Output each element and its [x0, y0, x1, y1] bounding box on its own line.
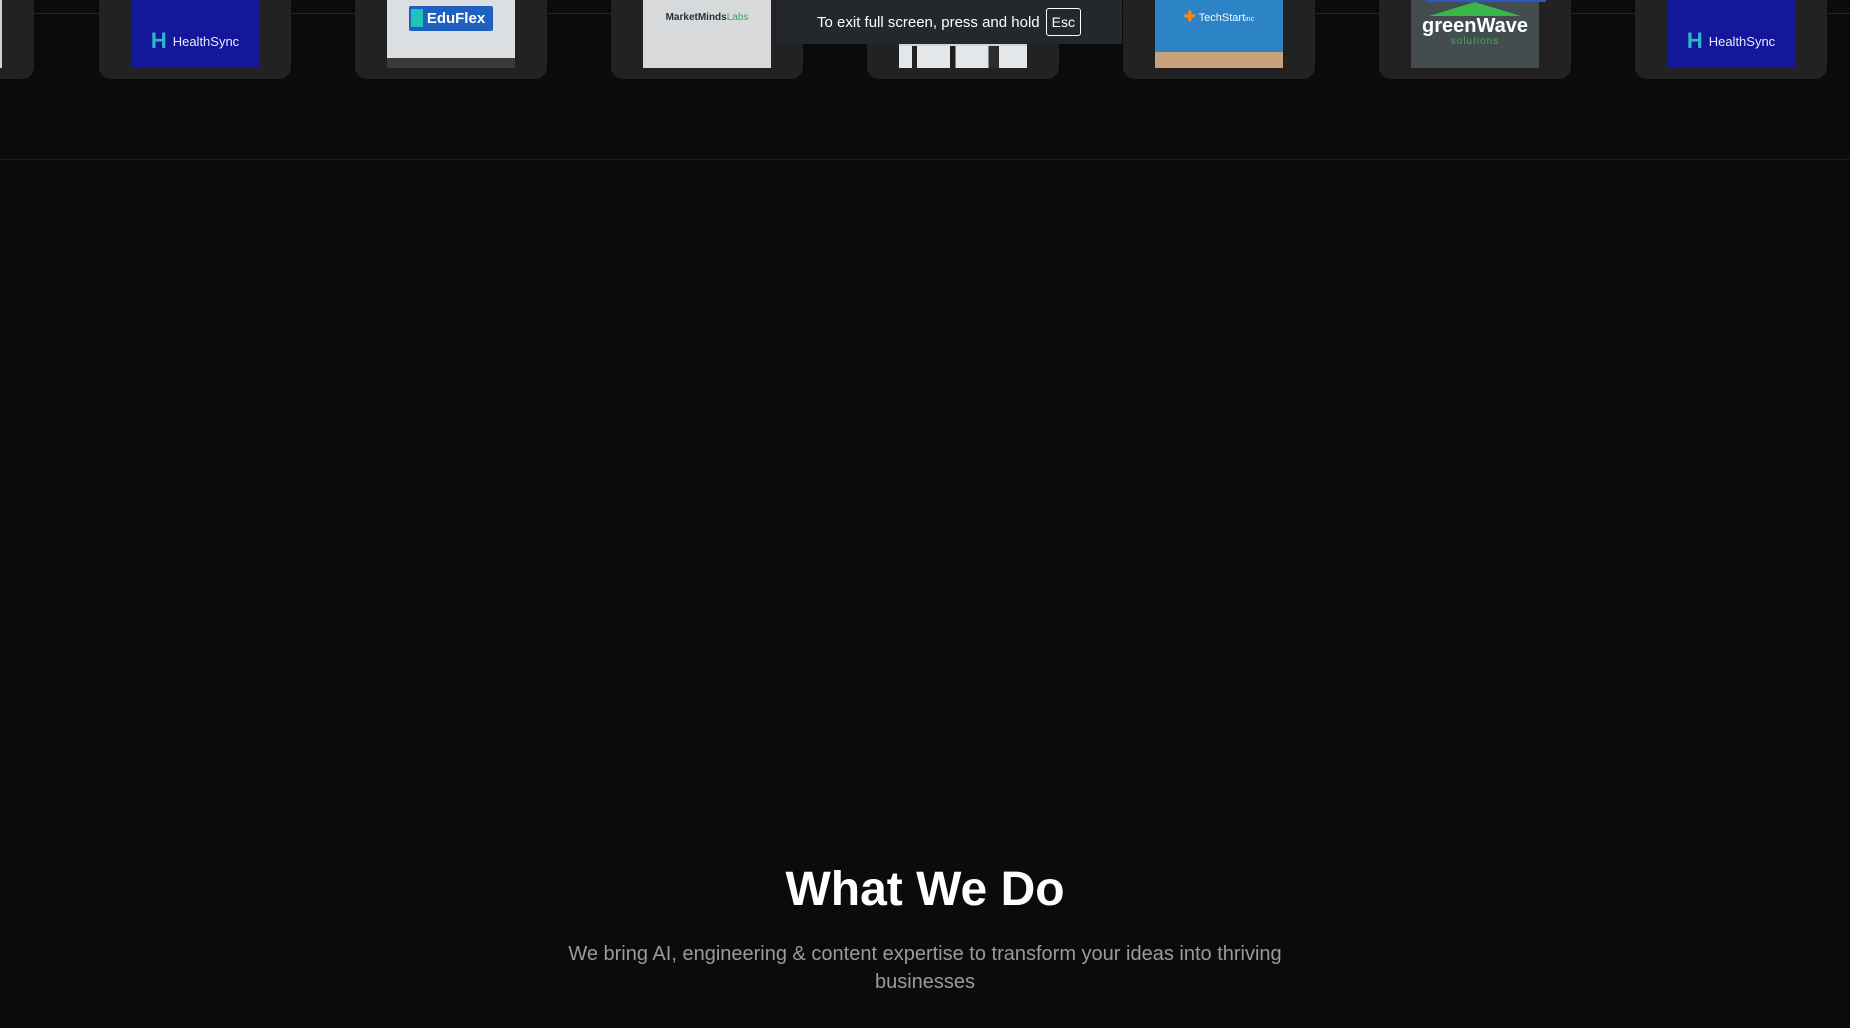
- techstart-mark-icon: ✚: [1183, 8, 1196, 24]
- logo-card-greenwave[interactable]: greenWave solutions: [1379, 0, 1571, 79]
- greenwave-roof-icon: [1429, 2, 1521, 16]
- eduflex-logo: EduFlex: [387, 0, 515, 68]
- logo-subname: solutions: [1450, 36, 1500, 47]
- logo-name: ✚ TechStartinc: [1183, 8, 1255, 24]
- what-we-do-section: What We Do We bring AI, engineering & co…: [0, 860, 1850, 996]
- page: H HealthSync EduFlex MarketMindsLabs ✚ T…: [0, 0, 1850, 1028]
- logo-card-techstart[interactable]: ✚ TechStartinc: [1123, 0, 1315, 79]
- logo-photo-floor: [387, 58, 515, 68]
- accent-tab: [1426, 0, 1546, 2]
- logo-image: [0, 0, 2, 68]
- logo-name: EduFlex: [408, 6, 494, 31]
- logo-card-marketminds[interactable]: MarketMindsLabs: [611, 0, 803, 79]
- logo-name: greenWave: [1422, 15, 1528, 37]
- marketminds-logo: MarketMindsLabs: [643, 0, 771, 68]
- healthsync-logo: H HealthSync: [131, 0, 259, 68]
- logo-card-partial: [0, 0, 34, 79]
- logo-card-eduflex[interactable]: EduFlex: [355, 0, 547, 79]
- healthsync-mark-icon: H: [1686, 28, 1703, 53]
- logo-name: HealthSync: [172, 33, 240, 49]
- esc-key-hint: Esc: [1045, 8, 1081, 36]
- logo-name: HealthSync: [1708, 33, 1776, 49]
- logo-card-healthsync-repeat[interactable]: H HealthSync: [1635, 0, 1827, 79]
- logo-photo-floor: [1155, 52, 1283, 68]
- fullscreen-exit-toast: To exit full screen, press and hold Esc: [776, 0, 1122, 44]
- office-photo-detail: [899, 46, 1027, 68]
- section-subtitle: We bring AI, engineering & content exper…: [568, 943, 1282, 993]
- healthsync-mark-icon: H: [150, 28, 167, 53]
- toast-message: To exit full screen, press and hold: [817, 13, 1040, 31]
- techstart-logo: ✚ TechStartinc: [1155, 0, 1283, 68]
- section-title: What We Do: [785, 863, 1065, 916]
- healthsync-logo: H HealthSync: [1667, 0, 1795, 68]
- logo-card-healthsync[interactable]: H HealthSync: [99, 0, 291, 79]
- logo-name: MarketMindsLabs: [665, 12, 749, 23]
- greenwave-logo: greenWave solutions: [1411, 0, 1539, 68]
